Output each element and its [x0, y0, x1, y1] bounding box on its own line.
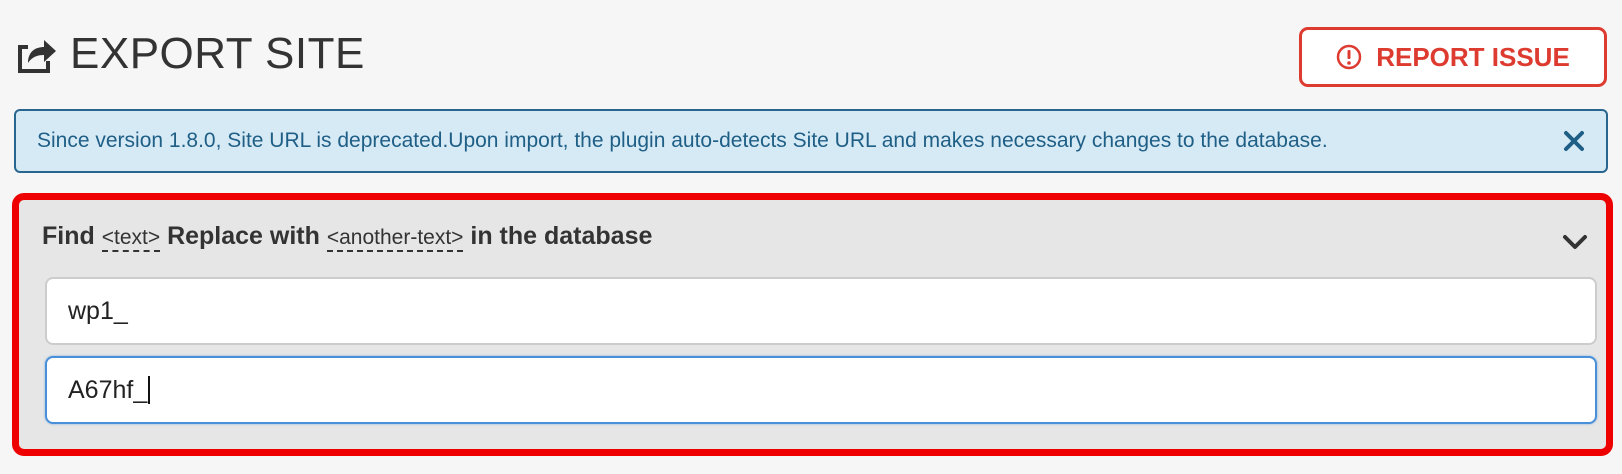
text-cursor — [148, 376, 151, 404]
find-replace-panel: Find <text> Replace with <another-text> … — [12, 193, 1613, 456]
find-replace-heading: Find <text> Replace with <another-text> … — [42, 222, 653, 252]
close-icon[interactable] — [1560, 127, 1588, 155]
heading-replace: Replace with — [167, 222, 320, 250]
export-site-page: EXPORT SITE REPORT ISSUE Since version 1… — [0, 0, 1622, 474]
find-text-input[interactable]: wp1_ — [45, 277, 1597, 345]
heading-suffix: in the database — [470, 222, 653, 250]
page-title: EXPORT SITE — [70, 29, 365, 78]
alert-circle-icon — [1336, 44, 1362, 70]
report-issue-label: REPORT ISSUE — [1376, 41, 1570, 72]
text-token: <text> — [101, 226, 161, 252]
heading-find: Find — [42, 222, 95, 250]
page-header: EXPORT SITE — [12, 22, 365, 86]
replace-text-input[interactable]: A67hf_ — [45, 356, 1597, 424]
chevron-down-icon[interactable] — [1562, 233, 1588, 251]
share-export-icon — [18, 40, 56, 73]
notice-text: Since version 1.8.0, Site URL is depreca… — [37, 129, 1328, 152]
find-text-value: wp1_ — [68, 296, 128, 325]
another-text-token: <another-text> — [326, 226, 464, 252]
report-issue-button[interactable]: REPORT ISSUE — [1299, 27, 1607, 87]
deprecation-notice: Since version 1.8.0, Site URL is depreca… — [14, 109, 1608, 173]
replace-text-value: A67hf_ — [68, 375, 148, 404]
